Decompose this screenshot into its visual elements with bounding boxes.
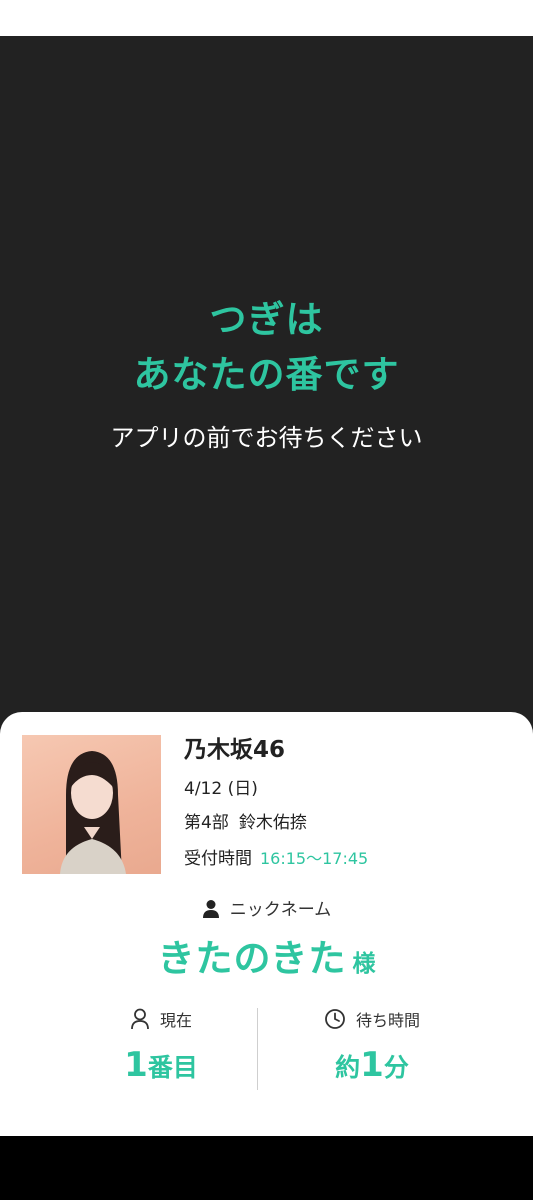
queue-position-number: 1 [124,1045,148,1085]
nickname-value: きたのきた [157,937,347,980]
turn-headline: つぎは あなたの番です [0,292,533,402]
member-photo [22,735,161,874]
wait-time-prefix: 約 [335,1053,361,1082]
nickname-honorific: 様 [352,951,376,977]
member-name: 鈴木佑捺 [238,813,307,833]
clock-icon [325,1009,345,1029]
wait-time: 待ち時間 約1分 [262,1008,482,1091]
member-portrait-illustration [60,751,126,874]
status-bar-area [0,0,533,36]
wait-time-number: 1 [360,1045,384,1085]
event-date: 4/12 (日) [184,779,258,799]
group-name: 乃木坂46 [184,737,286,763]
session-info: 第4部 鈴木佑捺 [184,810,317,836]
session-part: 第4部 [184,813,229,833]
reception-label: 受付時間 [184,849,252,869]
queue-position-suffix: 番目 [147,1053,198,1082]
headline-line-1: つぎは [209,298,324,341]
queue-position-value: 1番目 [51,1045,271,1091]
system-navigation-bar [0,1136,533,1200]
wait-instruction: アプリの前でお待ちください [110,424,423,452]
headline-line-2: あなたの番です [133,353,400,396]
nickname-label: ニックネーム [229,900,332,920]
wait-time-label-row: 待ち時間 [262,1008,482,1033]
nickname-row: きたのきた様 [0,934,533,984]
queue-position-label-row: 現在 [51,1008,271,1033]
reception-time: 16:15〜17:45 [260,849,369,868]
reception-time-row: 受付時間 16:15〜17:45 [184,846,368,872]
ticket-card: 乃木坂46 4/12 (日) 第4部 鈴木佑捺 受付時間 16:15〜17:45 ニ… [0,712,533,1136]
wait-time-label: 待ち時間 [355,1011,420,1030]
queue-position-label: 現在 [159,1011,192,1030]
stats-divider [257,1008,258,1090]
wait-time-suffix: 分 [383,1053,409,1082]
user-outline-icon [131,1008,149,1030]
queue-position: 現在 1番目 [51,1008,271,1091]
wait-time-value: 約1分 [262,1045,482,1091]
nickname-label-row: ニックネーム [0,897,533,923]
person-icon [202,900,219,918]
